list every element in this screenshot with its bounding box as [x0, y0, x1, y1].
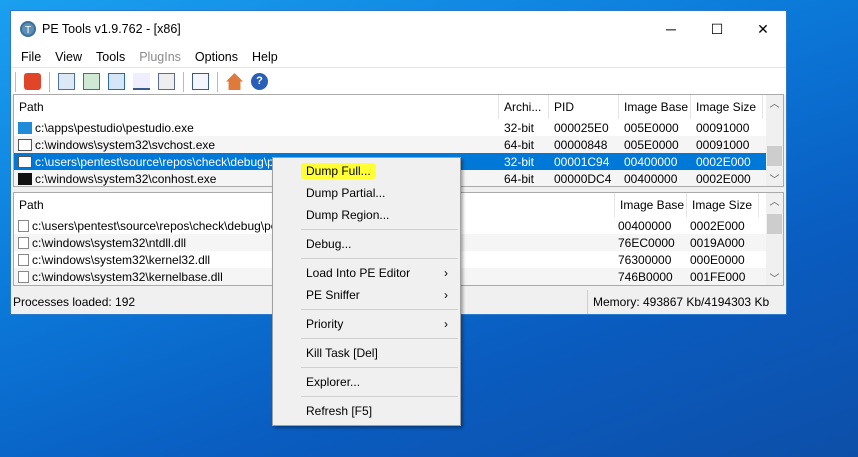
image-base-cell: 00400000 [624, 154, 678, 169]
image-base-cell: 76EC0000 [618, 235, 675, 250]
col-pid[interactable]: PID [549, 95, 619, 119]
toolbar: ? [11, 67, 786, 95]
break-enter-icon[interactable] [133, 73, 150, 90]
exit-icon[interactable] [24, 73, 41, 90]
image-size-cell: 00091000 [696, 137, 750, 152]
pid-cell: 000025E0 [554, 120, 609, 135]
chevron-right-icon: › [444, 288, 448, 302]
menu-separator [301, 338, 458, 339]
image-size-cell: 0002E000 [690, 218, 745, 233]
dump-region-icon[interactable] [108, 73, 125, 90]
app-icon: T [20, 21, 36, 37]
arch-cell: 32-bit [504, 154, 535, 169]
image-base-cell: 00400000 [624, 171, 678, 186]
label: Dump Full... [301, 163, 376, 179]
menu-separator [301, 258, 458, 259]
scroll-down-icon[interactable]: ﹀ [770, 270, 780, 285]
image-size-cell: 0002E000 [696, 154, 751, 169]
col-image-size[interactable]: Image Size [687, 193, 759, 217]
menu-item-load-pe-editor[interactable]: Load Into PE Editor › [273, 262, 460, 284]
arch-cell: 64-bit [504, 137, 535, 152]
image-base-cell: 00400000 [618, 218, 672, 233]
dll-file-icon [18, 219, 29, 232]
maximize-button[interactable]: ☐ [694, 11, 740, 47]
menu-separator [301, 229, 458, 230]
image-base-cell: 005E0000 [624, 137, 679, 152]
process-scrollbar[interactable]: ︿ ﹀ [766, 95, 783, 186]
window-title: PE Tools v1.9.762 - [x86] [42, 22, 181, 36]
col-image-base[interactable]: Image Base [615, 193, 687, 217]
col-image-size[interactable]: Image Size [691, 95, 763, 119]
home-icon[interactable] [226, 73, 243, 90]
image-base-cell: 005E0000 [624, 120, 679, 135]
chevron-right-icon: › [444, 266, 448, 280]
path-cell: c:\windows\system32\svchost.exe [35, 137, 216, 152]
menu-file[interactable]: File [14, 50, 48, 64]
menu-options[interactable]: Options [188, 50, 245, 64]
dll-file-icon [18, 270, 29, 283]
scroll-up-icon[interactable]: ︿ [770, 95, 780, 110]
label: Priority [306, 317, 344, 331]
menu-tools[interactable]: Tools [89, 50, 132, 64]
menu-item-debug[interactable]: Debug... [273, 233, 460, 255]
arch-cell: 32-bit [504, 120, 535, 135]
col-path[interactable]: Path [14, 95, 499, 119]
image-size-cell: 0019A000 [690, 235, 745, 250]
menu-plugins[interactable]: PlugIns [132, 50, 188, 64]
table-row[interactable]: c:\apps\pestudio\pestudio.exe 32-bit 00002… [14, 119, 783, 136]
image-base-cell: 76300000 [618, 252, 672, 267]
label: Load Into PE Editor [306, 266, 411, 280]
image-size-cell: 0002E000 [696, 171, 751, 186]
image-size-cell: 001FE000 [690, 269, 746, 284]
pid-cell: 00000DC4 [554, 171, 612, 186]
process-list-header: Path Archi... PID Image Base Image Size [14, 95, 783, 119]
window-app-icon [18, 138, 32, 151]
pid-cell: 00001C94 [554, 154, 610, 169]
menu-item-explorer[interactable]: Explorer... [273, 371, 460, 393]
col-arch[interactable]: Archi... [499, 95, 549, 119]
chevron-right-icon: › [444, 317, 448, 331]
title-bar: T PE Tools v1.9.762 - [x86] ─ ☐ ✕ [11, 11, 786, 47]
help-icon[interactable]: ? [251, 73, 268, 90]
menu-separator [301, 367, 458, 368]
col-image-base[interactable]: Image Base [619, 95, 691, 119]
menu-item-dump-partial[interactable]: Dump Partial... [273, 182, 460, 204]
pid-cell: 00000848 [554, 137, 608, 152]
menu-item-pe-sniffer[interactable]: PE Sniffer › [273, 284, 460, 306]
window-app-icon [18, 155, 32, 168]
menu-bar: File View Tools PlugIns Options Help [11, 47, 786, 67]
menu-help[interactable]: Help [245, 50, 285, 64]
close-button[interactable]: ✕ [740, 11, 786, 47]
table-row[interactable]: c:\windows\system32\svchost.exe 64-bit 000… [14, 136, 783, 153]
context-menu: Dump Full... Dump Partial... Dump Region… [272, 157, 461, 426]
dll-file-icon [18, 253, 29, 266]
console-icon [18, 172, 32, 185]
pe-sniffer-icon[interactable] [158, 73, 175, 90]
scroll-up-icon[interactable]: ︿ [770, 193, 780, 208]
memory-status: Memory: 493867 Kb/4194303 Kb [593, 295, 770, 309]
menu-item-kill-task[interactable]: Kill Task [Del] [273, 342, 460, 364]
menu-view[interactable]: View [48, 50, 89, 64]
minimize-button[interactable]: ─ [648, 11, 694, 47]
menu-item-dump-region[interactable]: Dump Region... [273, 204, 460, 226]
menu-item-priority[interactable]: Priority › [273, 313, 460, 335]
image-size-cell: 000E0000 [690, 252, 745, 267]
menu-separator [301, 309, 458, 310]
path-cell: c:\apps\pestudio\pestudio.exe [35, 120, 194, 135]
checkmark-icon [18, 121, 32, 134]
dll-file-icon [18, 236, 29, 249]
module-scrollbar[interactable]: ︿ ﹀ [766, 193, 783, 285]
arch-cell: 64-bit [504, 171, 535, 186]
label: PE Sniffer [306, 288, 360, 302]
menu-item-dump-full[interactable]: Dump Full... [273, 160, 460, 182]
image-base-cell: 746B0000 [618, 269, 673, 284]
image-size-cell: 00091000 [696, 120, 750, 135]
pe-editor-icon[interactable] [58, 73, 75, 90]
scroll-down-icon[interactable]: ﹀ [770, 171, 780, 186]
menu-separator [301, 396, 458, 397]
options-list-icon[interactable] [192, 73, 209, 90]
dump-icon[interactable] [83, 73, 100, 90]
menu-item-refresh[interactable]: Refresh [F5] [273, 400, 460, 422]
